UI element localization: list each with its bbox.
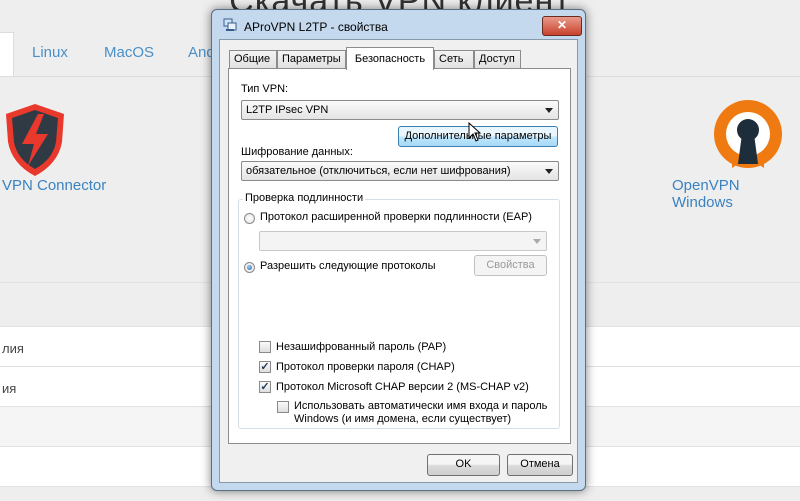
tab-general[interactable]: Общие <box>229 50 277 68</box>
mouse-pointer-icon <box>468 122 482 142</box>
dialog-titlebar[interactable]: AProVPN L2TP - свойства ✕ <box>212 10 585 40</box>
tab-access[interactable]: Доступ <box>474 50 521 68</box>
allow-protocols-label[interactable]: Разрешить следующие протоколы <box>260 260 436 272</box>
authentication-groupbox: Проверка подлинности Протокол расширенно… <box>238 192 560 429</box>
chevron-down-icon <box>545 108 553 113</box>
shield-lightning-icon[interactable] <box>2 102 68 178</box>
tab-parameters[interactable]: Параметры <box>277 50 346 68</box>
eap-method-dropdown[interactable] <box>259 231 547 251</box>
properties-button[interactable]: Свойства <box>474 255 547 276</box>
mschap-v2-checkbox[interactable]: ✓ <box>259 381 271 393</box>
auto-login-checkbox[interactable] <box>277 401 289 413</box>
authentication-group-title: Проверка подлинности <box>243 192 366 204</box>
vpn-type-label: Тип VPN: <box>241 83 289 95</box>
vpn-properties-dialog: AProVPN L2TP - свойства ✕ Общие Параметр… <box>211 9 586 491</box>
auto-login-line-2: Windows (и имя домена, если существует) <box>294 413 512 425</box>
tab-security[interactable]: Безопасность <box>346 47 434 70</box>
tab-linux[interactable]: Linux <box>32 44 68 61</box>
network-connection-icon <box>223 18 237 31</box>
chap-label[interactable]: Протокол проверки пароля (CHAP) <box>276 361 455 373</box>
auto-login-line-1: Использовать автоматически имя входа и п… <box>294 400 548 412</box>
auto-login-label[interactable]: Использовать автоматически имя входа и п… <box>294 400 547 426</box>
chevron-down-icon <box>533 239 541 244</box>
eap-radio-label[interactable]: Протокол расширенной проверки подлинност… <box>260 211 532 223</box>
ok-button[interactable]: OK <box>427 454 500 476</box>
vpn-connector-caption[interactable]: VPN Connector <box>2 177 106 194</box>
dialog-client-area: Общие Параметры Безопасность Сеть Доступ… <box>219 39 578 483</box>
vpn-type-dropdown[interactable]: L2TP IPsec VPN <box>241 100 559 120</box>
eap-radio[interactable] <box>244 213 255 224</box>
encryption-dropdown[interactable]: обязательное (отключиться, если нет шифр… <box>241 161 559 181</box>
cancel-button[interactable]: Отмена <box>507 454 573 476</box>
openvpn-keyhole-icon[interactable] <box>712 98 784 170</box>
close-icon: ✕ <box>556 18 568 32</box>
allow-protocols-radio[interactable] <box>244 262 255 273</box>
chap-checkbox[interactable]: ✓ <box>259 361 271 373</box>
tab-windows-active[interactable] <box>0 32 14 77</box>
tab-macos[interactable]: MacOS <box>104 44 154 61</box>
mschap-v2-label[interactable]: Протокол Microsoft CHAP версии 2 (MS-CHA… <box>276 381 529 393</box>
tab-network[interactable]: Сеть <box>434 50 474 68</box>
openvpn-windows-caption[interactable]: OpenVPN Windows <box>672 177 800 211</box>
pap-label[interactable]: Незашифрованный пароль (PAP) <box>276 341 446 353</box>
security-tab-panel: Тип VPN: L2TP IPsec VPN Дополнительные п… <box>228 68 571 444</box>
chevron-down-icon <box>545 169 553 174</box>
close-button[interactable]: ✕ <box>542 16 582 36</box>
encryption-label: Шифрование данных: <box>241 146 353 158</box>
encryption-value: обязательное (отключиться, если нет шифр… <box>246 165 511 177</box>
vpn-type-value: L2TP IPsec VPN <box>246 104 329 116</box>
pap-checkbox[interactable] <box>259 341 271 353</box>
dialog-title: AProVPN L2TP - свойства <box>244 20 388 34</box>
